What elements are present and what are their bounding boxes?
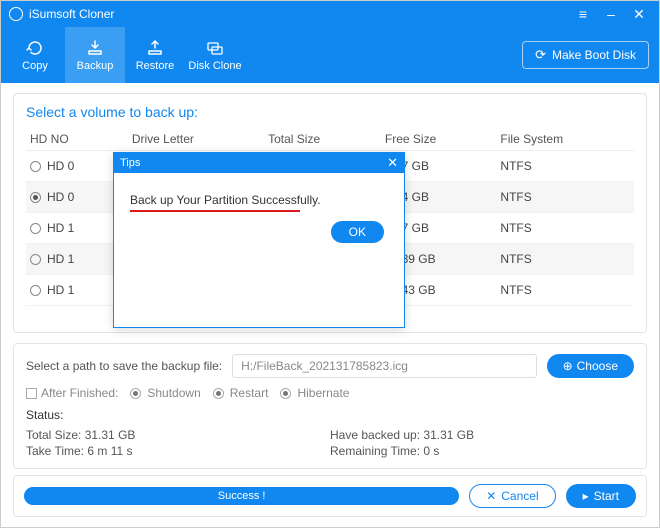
app-title: iSumsoft Cloner: [29, 7, 567, 21]
start-button[interactable]: ▸ Start: [566, 484, 636, 508]
minimize-button[interactable]: –: [599, 2, 623, 26]
start-icon: ▸: [583, 489, 589, 503]
radio-icon: [30, 254, 41, 265]
path-input[interactable]: [232, 354, 536, 378]
opt-restart[interactable]: Restart: [213, 386, 269, 400]
col-hd: HD NO: [26, 128, 128, 151]
dialog-ok-button[interactable]: OK: [331, 221, 384, 243]
status-total-size: Total Size: 31.31 GB: [26, 428, 330, 442]
cancel-label: Cancel: [501, 489, 538, 503]
titlebar: iSumsoft Cloner ≡ – ✕: [1, 1, 659, 27]
toolbar: Copy Backup Restore Disk Clone ⟳ Make Bo…: [1, 27, 659, 83]
status-take-time: Take Time: 6 m 11 s: [26, 444, 330, 458]
radio-icon: [30, 285, 41, 296]
progress-bar: Success !: [24, 487, 459, 505]
col-drive: Drive Letter: [128, 128, 264, 151]
after-checkbox[interactable]: [26, 388, 37, 399]
toolbar-item-diskclone[interactable]: Disk Clone: [185, 27, 245, 83]
status-title: Status:: [26, 408, 634, 422]
toolbar-label: Restore: [136, 60, 175, 72]
path-row: Select a path to save the backup file: ⊕…: [26, 354, 634, 378]
underline-decoration: [130, 210, 300, 212]
choose-button[interactable]: ⊕ Choose: [547, 354, 634, 378]
toolbar-item-backup[interactable]: Backup: [65, 27, 125, 83]
toolbar-label: Backup: [77, 60, 114, 72]
radio-icon: [130, 388, 141, 399]
toolbar-label: Disk Clone: [188, 60, 241, 72]
toolbar-item-copy[interactable]: Copy: [5, 27, 65, 83]
dialog-close-button[interactable]: ✕: [387, 155, 398, 171]
app-logo-icon: [9, 7, 23, 21]
opt-shutdown[interactable]: Shutdown: [130, 386, 200, 400]
dialog-titlebar: Tips ✕: [114, 153, 404, 173]
make-boot-label: Make Boot Disk: [552, 48, 636, 62]
radio-icon: [30, 223, 41, 234]
toolbar-item-restore[interactable]: Restore: [125, 27, 185, 83]
start-label: Start: [594, 489, 619, 503]
dialog-message: Back up Your Partition Successfully.: [130, 193, 388, 207]
radio-icon: [30, 161, 41, 172]
restore-icon: [145, 38, 165, 58]
choose-label: Choose: [577, 359, 618, 373]
cancel-icon: ✕: [486, 489, 496, 503]
toolbar-label: Copy: [22, 60, 48, 72]
plus-icon: ⊕: [563, 359, 573, 373]
close-button[interactable]: ✕: [627, 2, 651, 26]
volumes-title: Select a volume to back up:: [26, 104, 634, 120]
radio-icon: [280, 388, 291, 399]
col-fs: File System: [496, 128, 634, 151]
after-row: After Finished: Shutdown Restart Hiberna…: [26, 386, 634, 400]
options-panel: Select a path to save the backup file: ⊕…: [13, 343, 647, 469]
tips-dialog: Tips ✕ Back up Your Partition Successful…: [113, 152, 405, 328]
diskclone-icon: [205, 38, 225, 58]
col-free: Free Size: [381, 128, 497, 151]
settings-icon[interactable]: ≡: [571, 2, 595, 26]
radio-icon: [30, 192, 41, 203]
radio-icon: [213, 388, 224, 399]
bottom-bar: Success ! ✕ Cancel ▸ Start: [13, 475, 647, 517]
after-label: After Finished:: [41, 386, 118, 400]
status-backed: Have backed up: 31.31 GB: [330, 428, 634, 442]
status-remaining: Remaining Time: 0 s: [330, 444, 634, 458]
col-total: Total Size: [264, 128, 381, 151]
make-boot-disk-button[interactable]: ⟳ Make Boot Disk: [522, 41, 649, 69]
path-label: Select a path to save the backup file:: [26, 359, 222, 373]
backup-icon: [85, 38, 105, 58]
copy-icon: [25, 38, 45, 58]
boot-icon: ⟳: [535, 47, 546, 63]
cancel-button[interactable]: ✕ Cancel: [469, 484, 555, 508]
status-block: Status: Total Size: 31.31 GB Take Time: …: [26, 408, 634, 460]
dialog-title: Tips: [120, 157, 387, 169]
opt-hibernate[interactable]: Hibernate: [280, 386, 349, 400]
